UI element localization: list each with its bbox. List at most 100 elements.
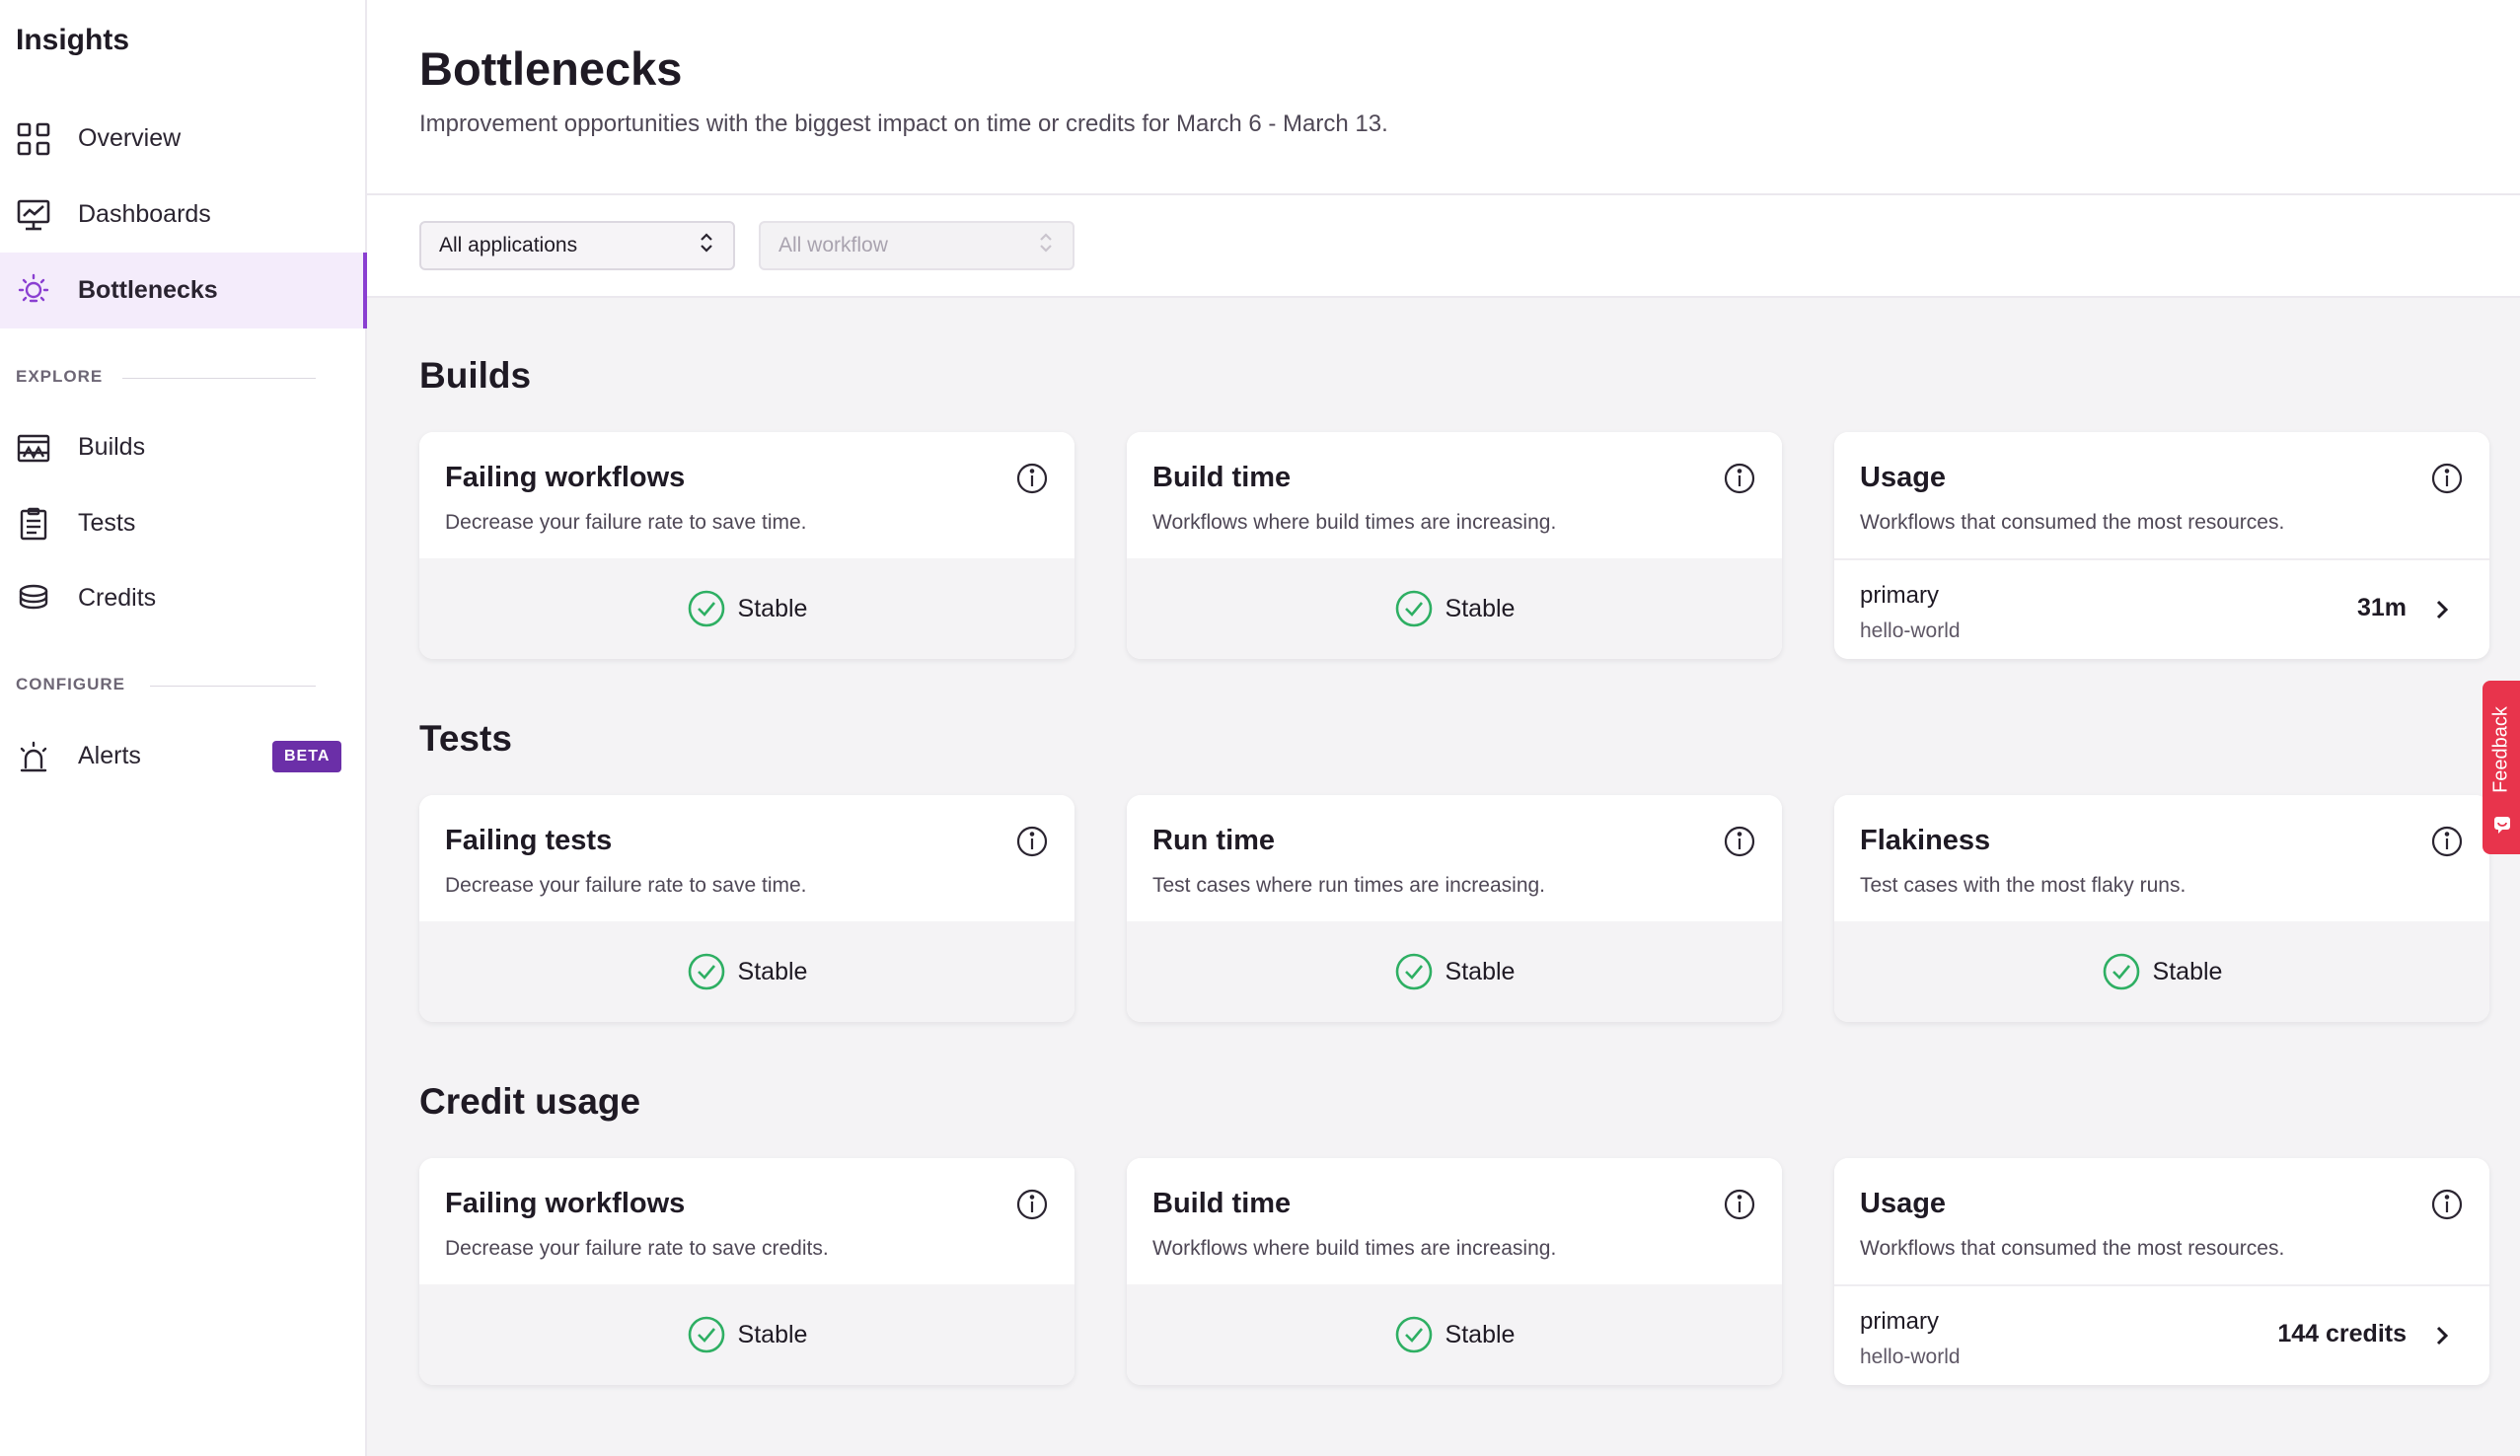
chevron-right-icon	[2436, 1326, 2449, 1346]
card-description: Workflows that consumed the most resourc…	[1860, 511, 2285, 534]
sidebar-item-dashboards[interactable]: Dashboards	[0, 177, 367, 253]
check-circle-icon	[688, 1316, 724, 1353]
card-failing-workflows-credits[interactable]: Failing workflows Decrease your failure …	[419, 1158, 1075, 1385]
page-title: Bottlenecks	[419, 42, 683, 95]
workflow-name: primary	[1860, 1308, 1940, 1335]
section-title-credit-usage: Credit usage	[419, 1081, 641, 1122]
app-name: hello-world	[1860, 619, 1961, 642]
section-divider	[122, 378, 316, 379]
sidebar-item-alerts[interactable]: Alerts BETA	[0, 718, 367, 794]
coins-stack-icon	[16, 581, 51, 617]
sidebar: Insights Overview Dashboards Bottlenecks…	[0, 0, 367, 1456]
check-circle-icon	[2103, 953, 2139, 990]
card-title: Usage	[1860, 1188, 1947, 1219]
status-stable: Stable	[1127, 1284, 1782, 1385]
usage-value: 31m	[2356, 594, 2407, 621]
card-title: Usage	[1860, 462, 1947, 493]
filter-bar: All applications All workflow	[367, 195, 2520, 298]
sidebar-item-label: Overview	[78, 124, 182, 152]
card-failing-workflows[interactable]: Failing workflows Decrease your failure …	[419, 432, 1075, 659]
card-description: Workflows where build times are increasi…	[1152, 1237, 1557, 1260]
builds-icon	[16, 430, 51, 466]
card-run-time[interactable]: Run time Test cases where run times are …	[1127, 795, 1782, 1022]
workflow-row[interactable]: primary hello-world 144 credits	[1834, 1284, 2489, 1385]
card-failing-tests[interactable]: Failing tests Decrease your failure rate…	[419, 795, 1075, 1022]
card-description: Workflows that consumed the most resourc…	[1860, 1237, 2285, 1260]
grid-icon	[16, 121, 51, 157]
updown-chevron-icon	[1039, 232, 1053, 259]
workflow-name: primary	[1860, 582, 1940, 609]
card-build-time-credits[interactable]: Build time Workflows where build times a…	[1127, 1158, 1782, 1385]
card-title: Failing workflows	[445, 462, 686, 493]
chat-bubble-icon	[2494, 817, 2510, 834]
card-description: Decrease your failure rate to save time.	[445, 511, 807, 534]
info-icon[interactable]	[1723, 825, 1756, 858]
applications-select[interactable]: All applications	[419, 221, 735, 270]
info-icon[interactable]	[1723, 462, 1756, 495]
workflow-row[interactable]: primary hello-world 31m	[1834, 558, 2489, 659]
sidebar-item-credits[interactable]: Credits	[0, 560, 367, 636]
chevron-right-icon	[2436, 600, 2449, 619]
dashboard-chart-icon	[16, 197, 51, 233]
beta-badge: BETA	[272, 740, 342, 772]
sidebar-item-label: Tests	[78, 509, 136, 537]
sidebar-item-label: Credits	[78, 584, 157, 612]
card-flakiness[interactable]: Flakiness Test cases with the most flaky…	[1834, 795, 2489, 1022]
status-stable: Stable	[419, 1284, 1075, 1385]
sidebar-item-builds[interactable]: Builds	[0, 409, 367, 485]
page-header: Bottlenecks Improvement opportunities wi…	[367, 0, 2520, 195]
card-usage[interactable]: Usage Workflows that consumed the most r…	[1834, 432, 2489, 659]
check-circle-icon	[1395, 953, 1432, 990]
card-title: Build time	[1152, 1188, 1292, 1219]
check-circle-icon	[688, 953, 724, 990]
section-divider	[150, 686, 316, 687]
sidebar-item-tests[interactable]: Tests	[0, 485, 367, 561]
check-circle-icon	[1395, 590, 1432, 627]
sidebar-item-label: Bottlenecks	[78, 276, 218, 304]
card-description: Decrease your failure rate to save credi…	[445, 1237, 829, 1260]
check-circle-icon	[688, 590, 724, 627]
sidebar-item-label: Alerts	[78, 742, 141, 769]
info-icon[interactable]	[2430, 1188, 2464, 1221]
info-icon[interactable]	[1015, 825, 1049, 858]
info-icon[interactable]	[1723, 1188, 1756, 1221]
applications-select-value: All applications	[439, 234, 578, 256]
card-usage-credits[interactable]: Usage Workflows that consumed the most r…	[1834, 1158, 2489, 1385]
sidebar-item-label: Dashboards	[78, 200, 211, 228]
workflow-select[interactable]: All workflow	[759, 221, 1075, 270]
workflow-select-value: All workflow	[778, 234, 888, 256]
bulb-icon	[16, 273, 51, 309]
info-icon[interactable]	[2430, 462, 2464, 495]
card-build-time[interactable]: Build time Workflows where build times a…	[1127, 432, 1782, 659]
section-title-tests: Tests	[419, 718, 512, 759]
info-icon[interactable]	[2430, 825, 2464, 858]
card-title: Build time	[1152, 462, 1292, 493]
main-content: Builds Failing workflows Decrease your f…	[367, 298, 2520, 1456]
feedback-label: Feedback	[2489, 706, 2512, 793]
card-title: Run time	[1152, 825, 1276, 856]
card-title: Failing tests	[445, 825, 613, 856]
sidebar-item-overview[interactable]: Overview	[0, 101, 367, 177]
card-description: Test cases with the most flaky runs.	[1860, 874, 2186, 897]
usage-value: 144 credits	[2277, 1320, 2407, 1347]
info-icon[interactable]	[1015, 462, 1049, 495]
info-icon[interactable]	[1015, 1188, 1049, 1221]
status-stable: Stable	[1127, 921, 1782, 1022]
clipboard-icon	[16, 506, 51, 542]
card-title: Failing workflows	[445, 1188, 686, 1219]
check-circle-icon	[1395, 1316, 1432, 1353]
app-name: hello-world	[1860, 1346, 1961, 1368]
section-label-explore: EXPLORE	[16, 367, 104, 386]
app-title: Insights	[16, 24, 130, 56]
siren-icon	[16, 739, 51, 774]
updown-chevron-icon	[700, 232, 713, 259]
feedback-tab[interactable]: Feedback	[2483, 681, 2520, 854]
card-description: Workflows where build times are increasi…	[1152, 511, 1557, 534]
sidebar-item-bottlenecks[interactable]: Bottlenecks	[0, 253, 367, 328]
status-stable: Stable	[1834, 921, 2489, 1022]
card-title: Flakiness	[1860, 825, 1991, 856]
card-description: Test cases where run times are increasin…	[1152, 874, 1546, 897]
card-description: Decrease your failure rate to save time.	[445, 874, 807, 897]
status-stable: Stable	[419, 558, 1075, 659]
sidebar-item-label: Builds	[78, 433, 146, 461]
